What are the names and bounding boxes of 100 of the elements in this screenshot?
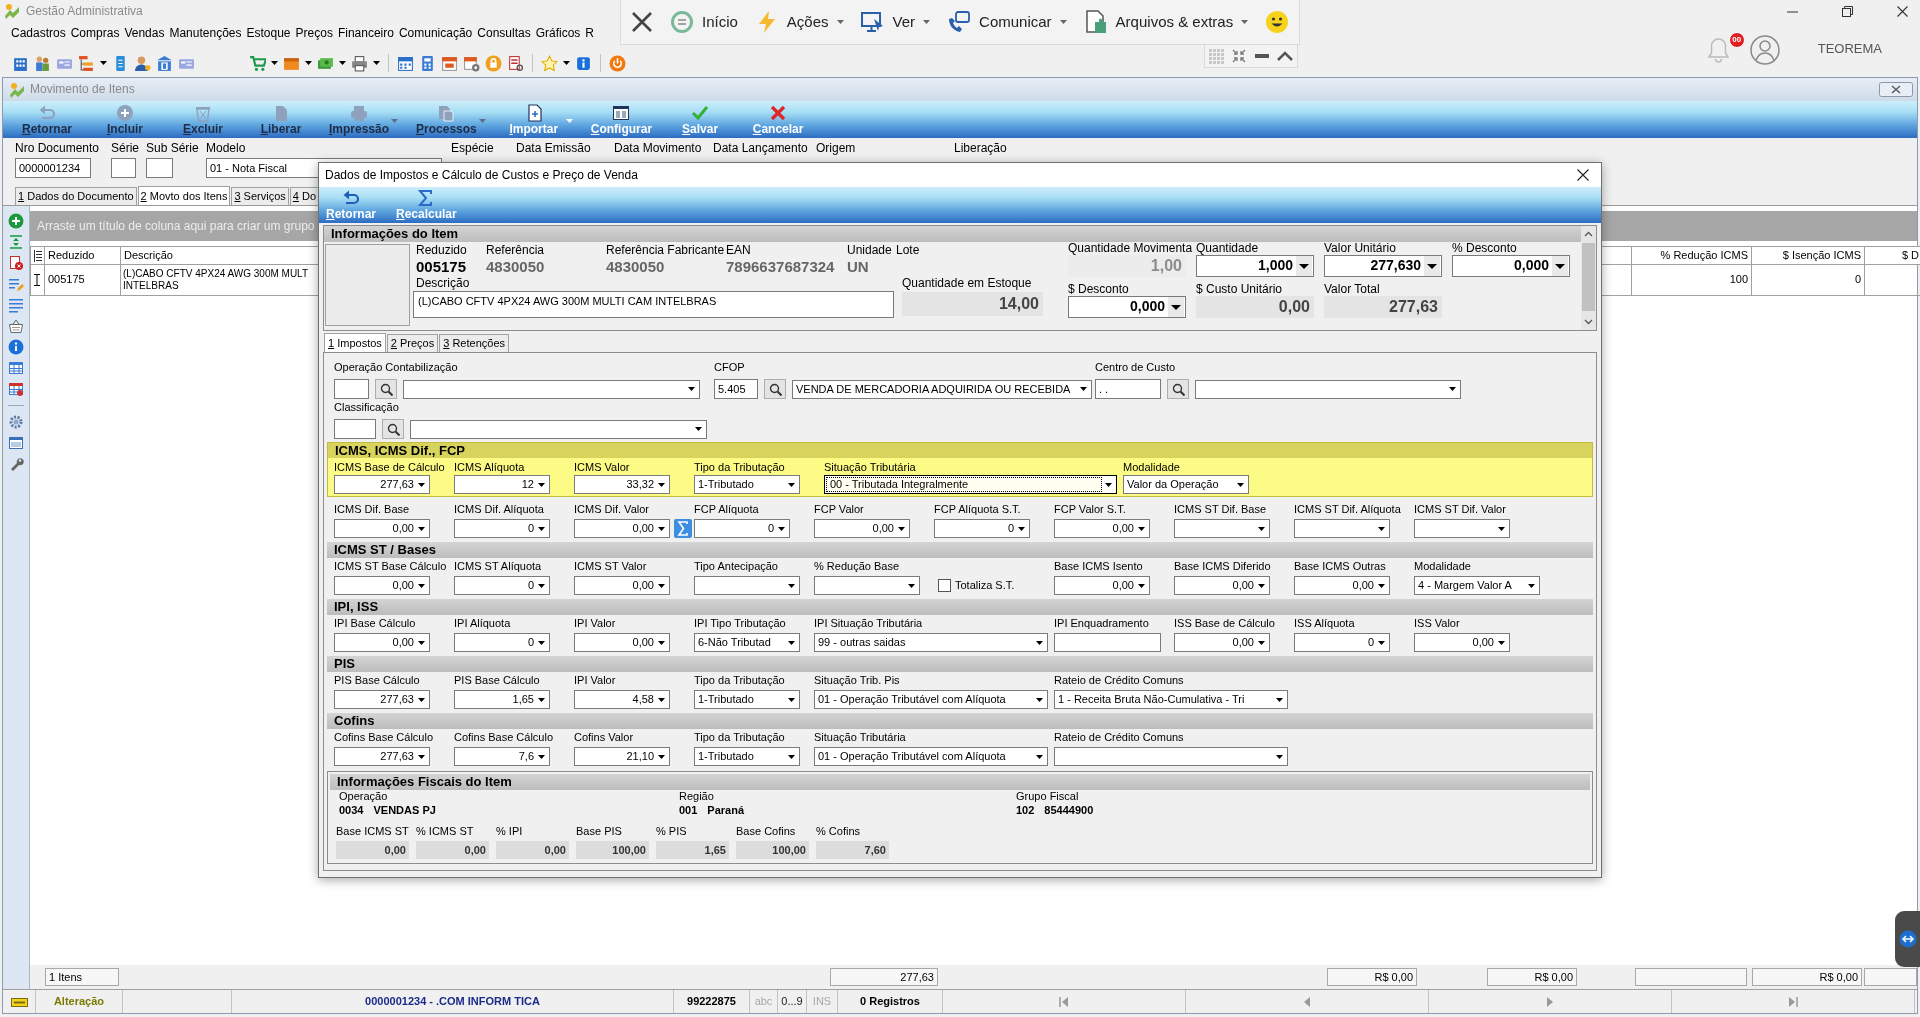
field-label: % Cofins (816, 824, 862, 838)
field-label: ICMS Dif. Valor (574, 502, 650, 516)
field-label: ISS Alíquota (1294, 616, 1356, 630)
field-label: Rateio de Crédito Comuns (1054, 730, 1185, 744)
field-label: Modelo (206, 140, 247, 156)
footer-cell: 1 Itens (45, 968, 119, 986)
field-value: 005175 (416, 257, 468, 277)
field-label: ICMS Base de Cálculo (334, 460, 446, 474)
field-label: Nro Documento (15, 140, 101, 156)
field-label: Sub Série (146, 140, 200, 156)
field-label: Cofins Base Cálculo (454, 730, 555, 744)
field-label: $ Custo Unitário (1196, 283, 1283, 296)
field-value: Paraná (707, 803, 745, 817)
status-code: 99222875 (687, 994, 736, 1009)
field-label: IPI Enquadramento (1054, 616, 1150, 630)
footer-cell: R$ 0,00 (1327, 968, 1417, 986)
field-label: Operação Contabilização (334, 360, 459, 374)
field-label: PIS Base Cálculo (334, 673, 421, 687)
readonly-field: 0,00 (1196, 296, 1314, 318)
status-indicator: INS (812, 994, 832, 1009)
field-value: 7896637687324 (726, 257, 836, 277)
field-label: % IPI (496, 824, 524, 838)
field-label: Referência Fabricante (606, 244, 726, 257)
field-label: $ Desconto (1068, 283, 1129, 296)
status-mode: Alteração (53, 994, 105, 1009)
field-label: ISS Valor (1414, 616, 1461, 630)
field-label: Cofins Base Cálculo (334, 730, 435, 744)
readonly-field: 0,00 (496, 840, 569, 859)
field-value: 4830050 (486, 257, 546, 277)
field-label: Tipo da Tributação (694, 730, 786, 744)
field-label: Base ICMS Isento (1054, 559, 1144, 573)
field-value: UN (847, 257, 870, 277)
section-header: ICMS, ICMS Dif., FCP (327, 442, 1593, 458)
readonly-field: 277,63 (1324, 296, 1442, 318)
field-label: Data Lançamento (713, 140, 809, 156)
section-header: Informações Fiscais do Item (330, 774, 1590, 790)
field-label: Tipo da Tributação (694, 673, 786, 687)
field-label: FCP Alíquota S.T. (934, 502, 1022, 516)
field-label: Situação Tributária (824, 460, 917, 474)
field-value: 85444900 (1044, 803, 1094, 817)
field-label: IPI Valor (574, 616, 617, 630)
field-label: Centro de Custo (1095, 360, 1177, 374)
field-label: Cofins Valor (574, 730, 635, 744)
field-label: FCP Valor (814, 502, 865, 516)
field-label: Referência (486, 244, 546, 257)
status-document: 0000001234 - .COM INFORM TICA (365, 994, 540, 1009)
field-label: % PIS (656, 824, 688, 838)
field-label: IPI Situação Tributária (814, 616, 924, 630)
field-label: ICMS ST Dif. Valor (1414, 502, 1507, 516)
field-value: 102 (1016, 803, 1035, 817)
field-value: VENDAS PJ (373, 803, 436, 817)
readonly-field: 100,00 (576, 840, 649, 859)
field-label: IPI Base Cálculo (334, 616, 417, 630)
status-indicator: abc (754, 994, 773, 1009)
field-label: Data Emissão (516, 140, 592, 156)
field-value: 0034 (339, 803, 364, 817)
field-label: Grupo Fiscal (1016, 790, 1080, 803)
window-title: Movimento de Itens (30, 82, 135, 97)
readonly-field: 7,60 (816, 840, 889, 859)
field-label: Tipo Antecipação (694, 559, 779, 573)
field-label: ICMS ST Valor (574, 559, 648, 573)
section-header: ICMS ST / Bases (327, 542, 1593, 558)
field-label: Origem (816, 140, 857, 156)
table-cell: 005175 (44, 264, 121, 296)
field-label: Rateio de Crédito Comuns (1054, 673, 1185, 687)
field-label: Quantidade (1196, 242, 1259, 255)
field-label: IPI Tipo Tributação (694, 616, 787, 630)
field-label: IPI Alíquota (454, 616, 512, 630)
app-title: Gestão Administrativa (26, 3, 143, 19)
readonly-field: 0,00 (336, 840, 409, 859)
field-label: ICMS Valor (574, 460, 631, 474)
notification-badge: 00 (1728, 31, 1745, 48)
field-label: IPI Valor (574, 673, 617, 687)
readonly-field: 1,65 (656, 840, 729, 859)
field-label: % ICMS ST (416, 824, 475, 838)
field-label: ICMS Dif. Base (334, 502, 411, 516)
field-label: Descrição (415, 277, 471, 290)
section-header: IPI, ISS (327, 599, 1593, 615)
field-label: % Redução Base (814, 559, 900, 573)
field-label: Unidade (847, 244, 893, 257)
field-label: Quantidade em Estoque (902, 277, 1033, 290)
field-label: Base PIS (576, 824, 623, 838)
table-cell: 100 (1631, 264, 1752, 296)
field-label: FCP Alíquota (694, 502, 760, 516)
field-value: 001 (679, 803, 698, 817)
footer-cell: 277,63 (830, 968, 938, 986)
field-label: Base ICMS Outras (1294, 559, 1387, 573)
section-header: Informações do Item (324, 226, 1581, 242)
record-count: 0 Registros (860, 994, 920, 1009)
field-label: Base ICMS ST (336, 824, 410, 838)
field-label: Situação Tributária (814, 730, 907, 744)
field-label: Espécie (451, 140, 495, 156)
field-label: Tipo da Tributação (694, 460, 786, 474)
field-label: ICMS ST Base Cálculo (334, 559, 448, 573)
user-name: TEOREMA (1817, 41, 1882, 58)
field-label: PIS Base Cálculo (454, 673, 541, 687)
field-label: ICMS ST Alíquota (454, 559, 543, 573)
field-label: ICMS ST Dif. Alíquota (1294, 502, 1402, 516)
field-label: Região (679, 790, 715, 803)
field-label: Data Movimento (614, 140, 703, 156)
